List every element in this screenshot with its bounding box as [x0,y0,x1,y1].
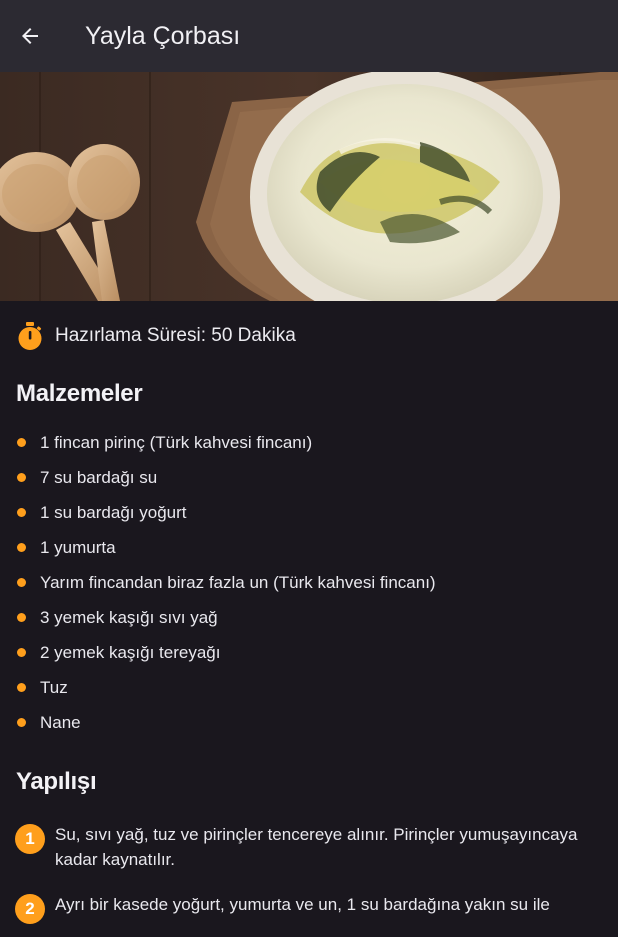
step-item: 2 Ayrı bir kasede yoğurt, yumurta ve un, … [0,892,618,924]
arrow-left-icon [22,28,38,44]
app-bar: Yayla Çorbası [0,0,618,72]
ingredient-text: 7 su bardağı su [40,467,158,487]
list-item: Tuz [0,670,618,705]
prep-time: Hazırlama Süresi: 50 Dakika [16,320,296,352]
step-number-badge: 1 [15,824,45,854]
stopwatch-icon [18,322,42,350]
ingredient-text: 2 yemek kaşığı tereyağı [40,642,221,662]
step-item: 1 Su, sıvı yağ, tuz ve pirinçler tencerey… [0,822,618,872]
bullet-icon [17,508,26,517]
ingredient-text: Nane [40,712,81,732]
bullet-icon [17,578,26,587]
list-item: 1 yumurta [0,530,618,565]
step-text: Su, sıvı yağ, tuz ve pirinçler tencereye… [55,825,578,869]
recipe-photo [0,72,618,301]
list-item: Nane [0,705,618,740]
list-item: Yarım fincandan biraz fazla un (Türk kah… [0,565,618,600]
bullet-icon [17,438,26,447]
ingredient-text: Yarım fincandan biraz fazla un (Türk kah… [40,572,436,592]
ingredient-text: 1 yumurta [40,537,116,557]
step-text: Ayrı bir kasede yoğurt, yumurta ve un, 1… [55,895,550,914]
bullet-icon [17,683,26,692]
bullet-icon [17,648,26,657]
ingredient-text: Tuz [40,677,68,697]
bullet-icon [17,473,26,482]
back-button[interactable] [12,18,48,54]
list-item: 2 yemek kaşığı tereyağı [0,635,618,670]
steps-title: Yapılışı [16,768,97,795]
ingredients-title: Malzemeler [16,380,143,407]
ingredient-text: 1 su bardağı yoğurt [40,502,187,522]
list-item: 3 yemek kaşığı sıvı yağ [0,600,618,635]
page-title: Yayla Çorbası [85,22,241,50]
prep-time-text: Hazırlama Süresi: 50 Dakika [55,325,296,346]
bullet-icon [17,543,26,552]
list-item: 7 su bardağı su [0,460,618,495]
ingredient-text: 1 fincan pirinç (Türk kahvesi fincanı) [40,432,313,452]
ingredients-list: 1 fincan pirinç (Türk kahvesi fincanı) 7 … [0,425,618,740]
list-item: 1 fincan pirinç (Türk kahvesi fincanı) [0,425,618,460]
list-item: 1 su bardağı yoğurt [0,495,618,530]
bullet-icon [17,718,26,727]
ingredient-text: 3 yemek kaşığı sıvı yağ [40,607,218,627]
bullet-icon [17,613,26,622]
